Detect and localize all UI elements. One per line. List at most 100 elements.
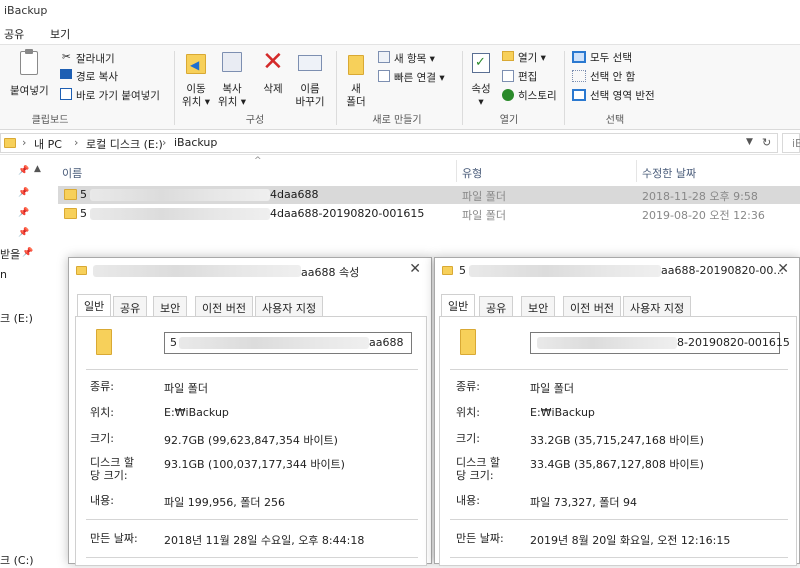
created-value: 2018년 11월 28일 수요일, 오후 8:44:18 — [164, 534, 365, 547]
search-box[interactable]: iB — [782, 133, 800, 153]
select-none-button[interactable]: 선택 안 함 — [590, 69, 635, 84]
pin-icon: 📌 — [22, 248, 34, 258]
breadcrumb-folder[interactable]: iBackup — [174, 136, 217, 149]
new-item-button[interactable]: 새 항목 ▾ — [394, 51, 435, 66]
paste-shortcut-button[interactable]: 바로 가기 붙여넣기 — [76, 88, 160, 103]
nav-drive-c[interactable]: 크 (C:) — [0, 552, 34, 568]
nav-downloads[interactable]: 받을 — [0, 246, 20, 262]
refresh-icon[interactable]: ↻ — [762, 136, 771, 149]
copy-to-icon — [222, 52, 242, 72]
new-group-label: 새로 만들기 — [372, 115, 422, 126]
column-type[interactable]: 유형 — [462, 165, 482, 181]
close-icon[interactable]: ✕ — [777, 261, 789, 277]
divider — [450, 557, 788, 558]
table-row[interactable]: 5 4daa688-20190820-001615 파일 폴더 2019-08-… — [58, 205, 800, 223]
copy-path-button[interactable]: 경로 복사 — [76, 69, 118, 84]
paste-button[interactable]: 붙여넣기 — [10, 83, 49, 98]
divider — [86, 519, 418, 520]
type-value: 파일 폴더 — [164, 382, 208, 395]
table-row[interactable]: 5 4daa688 파일 폴더 2018-11-28 오후 9:58 — [58, 186, 800, 204]
open-button[interactable]: 열기 ▾ — [518, 50, 546, 65]
properties-button[interactable]: 속성 ▾ — [466, 83, 496, 109]
redacted-name — [537, 337, 677, 349]
tab-previous-versions[interactable]: 이전 버전 — [195, 296, 253, 316]
cut-button[interactable]: 잘라내기 — [76, 51, 115, 66]
copy-to-button[interactable]: 복사 위치 ▾ — [214, 83, 250, 109]
properties-label: 속성 — [471, 83, 491, 95]
open-group-label: 열기 — [499, 115, 519, 126]
size-label: 크기: — [90, 432, 114, 445]
folder-large-icon — [96, 329, 112, 355]
properties-icon: ✓ — [472, 53, 490, 73]
size-value: 33.2GB (35,715,247,168 바이트) — [530, 434, 704, 447]
tab-customize[interactable]: 사용자 지정 — [623, 296, 692, 316]
invert-selection-icon — [572, 89, 586, 101]
breadcrumb-drive[interactable]: 로컬 디스크 (E:) — [86, 136, 163, 152]
ribbon-divider — [336, 51, 337, 125]
nav-item[interactable]: n — [0, 268, 7, 281]
tab-general[interactable]: 일반 — [77, 294, 112, 316]
contents-value: 파일 73,327, 폴더 94 — [530, 496, 637, 509]
tab-sharing[interactable]: 공유 — [113, 296, 148, 316]
column-name[interactable]: 이름 — [62, 165, 82, 181]
redacted-name — [90, 208, 270, 220]
paste-shortcut-icon — [60, 88, 72, 100]
tab-security[interactable]: 보안 — [153, 296, 188, 316]
contents-label: 내용: — [90, 494, 114, 507]
tab-share[interactable]: 공유 — [4, 26, 24, 42]
contents-value: 파일 199,956, 폴더 256 — [164, 496, 285, 509]
properties-dialog-1: aa688 속성 ✕ 일반 공유 보안 이전 버전 사용자 지정 5 aa688… — [68, 257, 432, 566]
ribbon: 붙여넣기 ✂ 잘라내기 경로 복사 바로 가기 붙여넣기 클립보드 ◀ 이동 위… — [0, 44, 800, 130]
tab-security[interactable]: 보안 — [521, 296, 556, 316]
chevron-up-icon[interactable]: ▲ — [34, 164, 41, 174]
location-value: E:₩iBackup — [164, 406, 229, 419]
ribbon-divider — [564, 51, 565, 125]
redacted-name — [90, 189, 270, 201]
properties-dialog-2: 5 aa688-20190820-00... ✕ 일반 공유 보안 이전 버전 … — [434, 257, 800, 566]
tab-previous-versions[interactable]: 이전 버전 — [563, 296, 621, 316]
column-modified[interactable]: 수정한 날짜 — [642, 165, 696, 181]
rename-button[interactable]: 이름 바꾸기 — [292, 83, 328, 109]
window-title: iBackup — [4, 4, 48, 17]
tab-customize[interactable]: 사용자 지정 — [255, 296, 324, 316]
folder-name-field[interactable]: 5 aa688 — [164, 332, 412, 354]
row-name-prefix: 5 — [80, 207, 87, 220]
tab-view[interactable]: 보기 — [50, 26, 70, 42]
divider — [86, 557, 418, 558]
redacted-title — [469, 265, 661, 277]
close-icon[interactable]: ✕ — [409, 261, 421, 277]
disk-size-label-l1: 디스크 할 — [90, 456, 134, 469]
folder-name-field[interactable]: 8-20190820-001615 — [530, 332, 790, 354]
move-to-button[interactable]: 이동 위치 ▾ — [178, 83, 214, 109]
nav-drive-e[interactable]: 크 (E:) — [0, 310, 33, 326]
history-button[interactable]: 히스토리 — [518, 88, 557, 103]
cut-icon: ✂ — [62, 51, 71, 63]
created-value: 2019년 8월 20일 화요일, 오전 12:16:15 — [530, 534, 731, 547]
folder-icon — [64, 208, 77, 219]
column-divider — [636, 160, 637, 182]
tab-sharing[interactable]: 공유 — [479, 296, 514, 316]
location-label: 위치: — [90, 406, 114, 419]
pin-icon: 📌 — [18, 166, 30, 176]
invert-selection-button[interactable]: 선택 영역 반전 — [590, 88, 655, 103]
new-folder-button[interactable]: 새 폴더 — [342, 83, 370, 109]
rename-label: 이름 — [300, 83, 320, 95]
delete-label: 삭제 — [263, 83, 283, 95]
delete-button[interactable]: 삭제 — [258, 83, 288, 96]
created-label: 만든 날짜: — [456, 532, 504, 545]
select-none-icon — [572, 70, 586, 82]
location-label: 위치: — [456, 406, 480, 419]
ribbon-divider — [462, 51, 463, 125]
new-folder-label: 새 — [351, 83, 361, 95]
easy-access-button[interactable]: 빠른 연결 ▾ — [394, 70, 445, 85]
redacted-title — [93, 265, 301, 277]
chevron-down-icon[interactable]: ▼ — [746, 137, 753, 147]
select-all-button[interactable]: 모두 선택 — [590, 50, 632, 65]
delete-icon: ✕ — [262, 47, 284, 77]
general-panel: 5 aa688 종류: 파일 폴더 위치: E:₩iBackup 크기: 92.… — [75, 316, 427, 566]
folder-name-suffix: aa688 — [369, 336, 404, 349]
disk-size-label: 디스크 할 당 크기: — [90, 456, 134, 482]
breadcrumb-this-pc[interactable]: 내 PC — [34, 136, 62, 152]
tab-general[interactable]: 일반 — [441, 294, 476, 316]
edit-button[interactable]: 편집 — [518, 69, 537, 84]
